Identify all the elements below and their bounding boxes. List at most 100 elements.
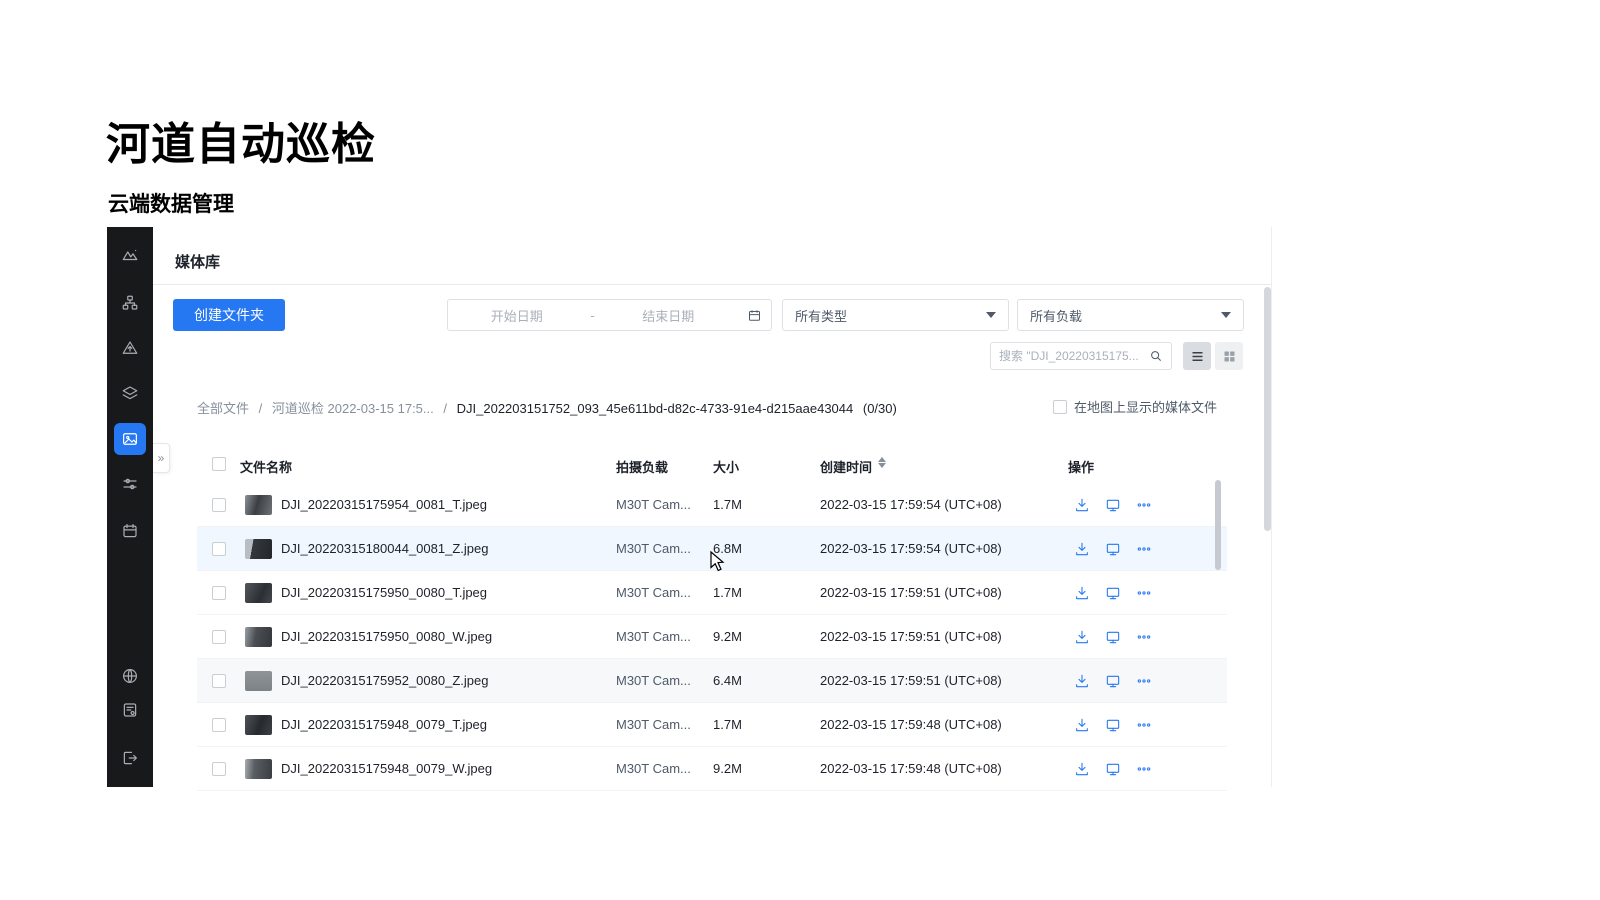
more-actions-icon[interactable] — [1135, 672, 1152, 689]
search-input[interactable] — [999, 349, 1149, 363]
download-icon[interactable] — [1073, 716, 1090, 733]
row-operations — [1073, 672, 1152, 689]
document-settings-icon[interactable] — [114, 694, 146, 726]
file-payload: M30T Cam... — [616, 497, 691, 512]
table-row[interactable]: DJI_20220315175948_0079_W.jpeg M30T Cam.… — [197, 747, 1227, 791]
file-name[interactable]: DJI_20220315175948_0079_W.jpeg — [281, 761, 492, 776]
file-name[interactable]: DJI_20220315175950_0080_W.jpeg — [281, 629, 492, 644]
file-name[interactable]: DJI_20220315175954_0081_T.jpeg — [281, 497, 487, 512]
select-all-checkbox[interactable] — [212, 457, 226, 471]
row-checkbox[interactable] — [212, 586, 226, 600]
original-image-icon[interactable] — [1104, 716, 1121, 733]
file-payload: M30T Cam... — [616, 761, 691, 776]
organization-icon[interactable] — [114, 287, 146, 319]
page-scrollbar-thumb[interactable] — [1264, 287, 1271, 531]
chevron-down-icon — [986, 312, 996, 318]
media-library-app: » 媒体库 创建文件夹 开始日期 - 结束日期 所有类型 所有负载 — [107, 227, 1272, 787]
original-image-icon[interactable] — [1104, 584, 1121, 601]
table-row[interactable]: DJI_20220315175948_0079_T.jpeg M30T Cam.… — [197, 703, 1227, 747]
download-icon[interactable] — [1073, 760, 1090, 777]
file-thumbnail[interactable] — [245, 583, 272, 603]
row-operations — [1073, 540, 1152, 557]
original-image-icon[interactable] — [1104, 672, 1121, 689]
view-toggle — [1183, 342, 1243, 370]
file-thumbnail[interactable] — [245, 539, 272, 559]
table-row[interactable]: DJI_20220315175952_0080_Z.jpeg M30T Cam.… — [197, 659, 1227, 703]
search-box[interactable] — [990, 342, 1172, 370]
more-actions-icon[interactable] — [1135, 540, 1152, 557]
table-row[interactable]: DJI_20220315175950_0080_T.jpeg M30T Cam.… — [197, 571, 1227, 615]
list-view-button[interactable] — [1183, 342, 1211, 370]
sidebar-expand-handle[interactable]: » — [153, 443, 170, 473]
task-sliders-icon[interactable] — [114, 468, 146, 500]
file-payload: M30T Cam... — [616, 541, 691, 556]
table-row[interactable]: DJI_20220315180044_0081_Z.jpeg M30T Cam.… — [197, 527, 1227, 571]
original-image-icon[interactable] — [1104, 540, 1121, 557]
map-checkbox[interactable] — [1053, 400, 1067, 414]
file-created: 2022-03-15 17:59:51 (UTC+08) — [820, 585, 1002, 600]
export-icon[interactable] — [114, 742, 146, 774]
file-payload: M30T Cam... — [616, 585, 691, 600]
download-icon[interactable] — [1073, 496, 1090, 513]
show-on-map-toggle[interactable]: 在地图上显示的媒体文件 — [1053, 397, 1217, 416]
file-thumbnail[interactable] — [245, 495, 272, 515]
original-image-icon[interactable] — [1104, 760, 1121, 777]
grid-view-button[interactable] — [1215, 342, 1243, 370]
file-thumbnail[interactable] — [245, 715, 272, 735]
layers-icon[interactable] — [114, 377, 146, 409]
row-checkbox[interactable] — [212, 718, 226, 732]
row-checkbox[interactable] — [212, 674, 226, 688]
table-row[interactable]: DJI_20220315175954_0081_T.jpeg M30T Cam.… — [197, 483, 1227, 527]
more-actions-icon[interactable] — [1135, 496, 1152, 513]
row-operations — [1073, 496, 1152, 513]
type-filter-select[interactable]: 所有类型 — [782, 299, 1009, 331]
row-checkbox[interactable] — [212, 762, 226, 776]
download-icon[interactable] — [1073, 672, 1090, 689]
map-toggle-label: 在地图上显示的媒体文件 — [1074, 397, 1217, 416]
download-icon[interactable] — [1073, 540, 1090, 557]
more-actions-icon[interactable] — [1135, 584, 1152, 601]
file-payload: M30T Cam... — [616, 629, 691, 644]
globe-icon[interactable] — [114, 660, 146, 692]
date-range-picker[interactable]: 开始日期 - 结束日期 — [447, 299, 772, 331]
calendar-icon[interactable] — [114, 515, 146, 547]
more-actions-icon[interactable] — [1135, 716, 1152, 733]
file-thumbnail[interactable] — [245, 759, 272, 779]
media-library-icon[interactable] — [114, 423, 146, 455]
column-created: 创建时间 — [820, 457, 872, 476]
breadcrumb-folder[interactable]: 河道巡检 2022-03-15 17:5... — [272, 401, 434, 416]
payload-filter-select[interactable]: 所有负载 — [1017, 299, 1244, 331]
file-name[interactable]: DJI_20220315175948_0079_T.jpeg — [281, 717, 487, 732]
row-checkbox[interactable] — [212, 498, 226, 512]
row-operations — [1073, 760, 1152, 777]
file-created: 2022-03-15 17:59:54 (UTC+08) — [820, 497, 1002, 512]
more-actions-icon[interactable] — [1135, 628, 1152, 645]
file-name[interactable]: DJI_20220315180044_0081_Z.jpeg — [281, 541, 488, 556]
file-payload: M30T Cam... — [616, 717, 691, 732]
file-created: 2022-03-15 17:59:51 (UTC+08) — [820, 629, 1002, 644]
original-image-icon[interactable] — [1104, 496, 1121, 513]
column-operations: 操作 — [1068, 457, 1094, 476]
download-icon[interactable] — [1073, 584, 1090, 601]
file-name[interactable]: DJI_20220315175950_0080_T.jpeg — [281, 585, 487, 600]
start-date-placeholder[interactable]: 开始日期 — [448, 306, 586, 325]
row-checkbox[interactable] — [212, 542, 226, 556]
original-image-icon[interactable] — [1104, 628, 1121, 645]
table-scrollbar-thumb[interactable] — [1215, 480, 1221, 570]
table-row[interactable]: DJI_20220315175950_0080_W.jpeg M30T Cam.… — [197, 615, 1227, 659]
file-size: 1.7M — [713, 717, 742, 732]
mountain-dashboard-icon[interactable] — [114, 239, 146, 271]
sort-created-icon[interactable] — [878, 457, 886, 468]
file-name[interactable]: DJI_20220315175952_0080_Z.jpeg — [281, 673, 488, 688]
page-title: 媒体库 — [175, 251, 220, 272]
download-icon[interactable] — [1073, 628, 1090, 645]
breadcrumb-root[interactable]: 全部文件 — [197, 401, 249, 416]
end-date-placeholder[interactable]: 结束日期 — [600, 306, 738, 325]
mission-triangle-icon[interactable] — [114, 332, 146, 364]
create-folder-button[interactable]: 创建文件夹 — [173, 299, 285, 331]
file-thumbnail[interactable] — [245, 627, 272, 647]
file-size: 6.4M — [713, 673, 742, 688]
row-checkbox[interactable] — [212, 630, 226, 644]
more-actions-icon[interactable] — [1135, 760, 1152, 777]
file-thumbnail[interactable] — [245, 671, 272, 691]
